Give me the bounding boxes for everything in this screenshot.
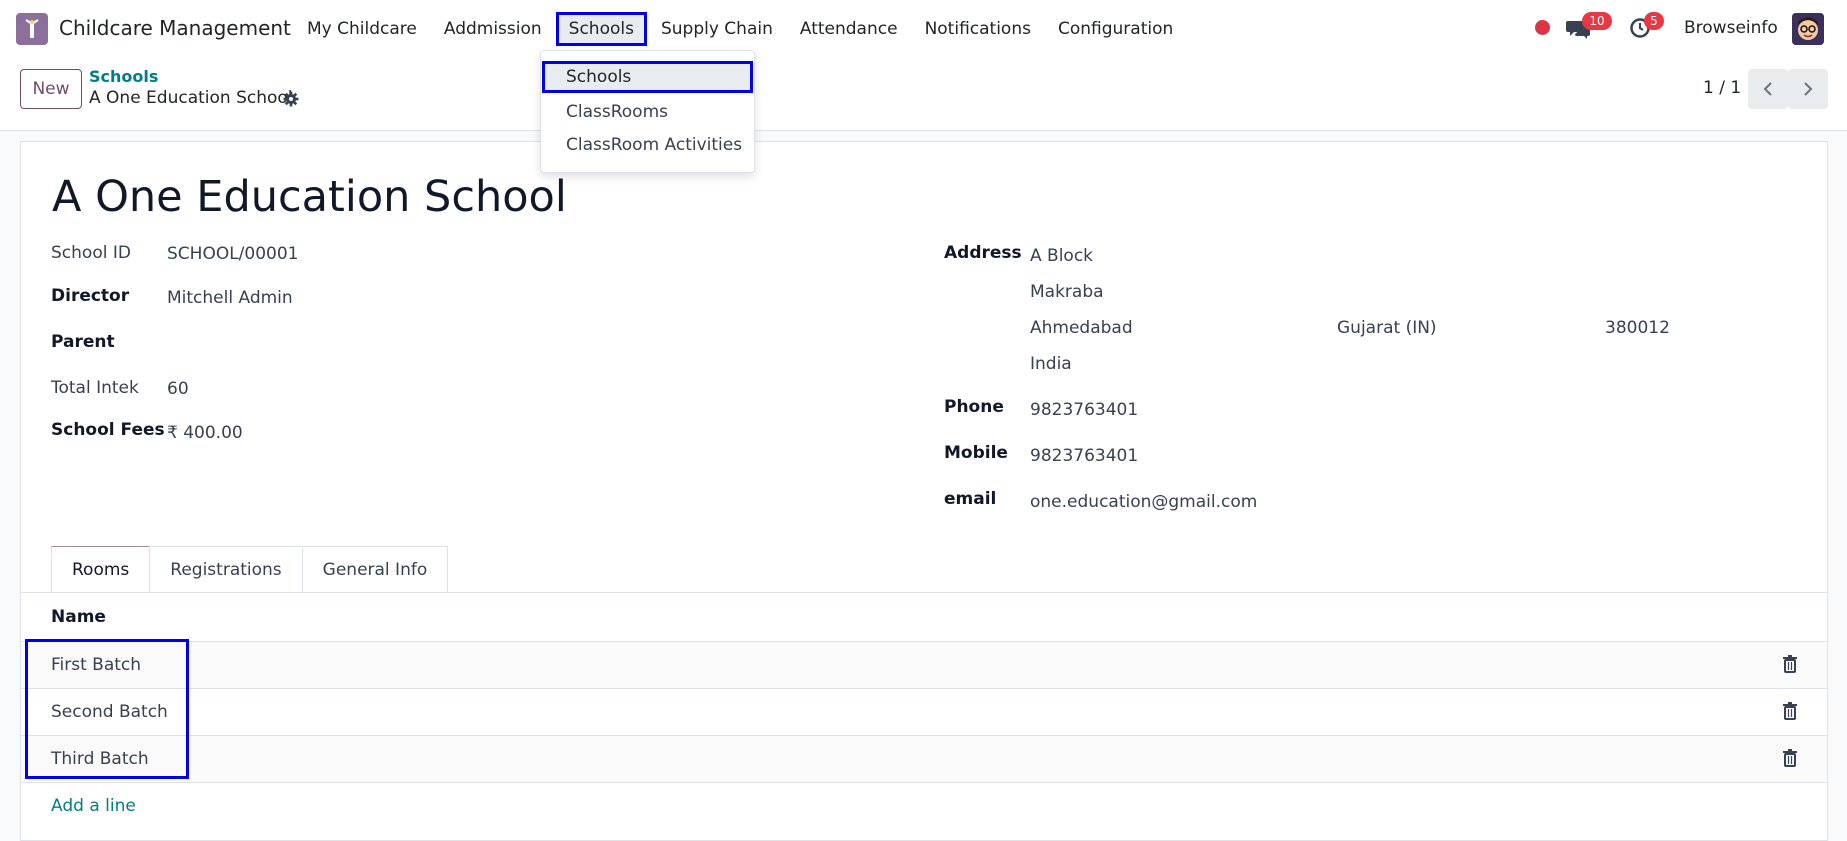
control-panel: New Schools A One Education School 1 / 1 (0, 58, 1847, 131)
column-header-name[interactable]: Name (51, 607, 106, 627)
breadcrumb-schools[interactable]: Schools (89, 67, 158, 86)
chevron-right-icon (1804, 82, 1813, 96)
phone-label: Phone (944, 397, 1004, 417)
menu-notifications[interactable]: Notifications (912, 12, 1044, 46)
avatar[interactable] (1792, 13, 1824, 45)
user-name[interactable]: Browseinfo (1684, 18, 1778, 38)
school-id-value: SCHOOL/00001 (167, 244, 299, 264)
pager-value[interactable]: 1 / 1 (1703, 78, 1741, 98)
tab-general-info[interactable]: General Info (301, 546, 449, 593)
city-field[interactable]: Ahmedabad (1030, 318, 1133, 338)
director-label: Director (51, 286, 130, 306)
form-sheet: A One Education School School ID SCHOOL/… (20, 141, 1828, 841)
email-field[interactable]: one.education@gmail.com (1030, 492, 1257, 512)
tab-registrations[interactable]: Registrations (149, 546, 303, 593)
school-id-label: School ID (51, 243, 131, 263)
mobile-label: Mobile (944, 443, 1008, 463)
street2-field[interactable]: Makraba (1030, 282, 1104, 302)
address-label: Address (944, 243, 1022, 263)
pager-previous-button[interactable] (1748, 69, 1788, 109)
director-field[interactable]: Mitchell Admin (167, 288, 293, 308)
school-fees-label: School Fees (51, 420, 165, 440)
rows-highlight-box (25, 639, 189, 779)
table-row[interactable]: Second Batch (21, 688, 1827, 735)
schools-dropdown-menu: Schools ClassRooms ClassRoom Activities (540, 50, 755, 173)
tabs-divider (21, 592, 1827, 593)
menu-configuration[interactable]: Configuration (1045, 12, 1186, 46)
parent-field[interactable] (167, 332, 417, 354)
dropdown-item-classroom-activities[interactable]: ClassRoom Activities (542, 129, 753, 161)
app-logo-icon[interactable] (16, 13, 48, 45)
total-intek-field[interactable]: 60 (167, 379, 189, 399)
add-line-link[interactable]: Add a line (51, 796, 136, 816)
chevron-left-icon (1763, 82, 1772, 96)
notebook-tabs: Rooms Registrations General Info (51, 546, 449, 593)
table-row[interactable]: Third Batch (21, 735, 1827, 782)
total-intek-label: Total Intek (51, 378, 139, 398)
zip-field[interactable]: 380012 (1605, 318, 1670, 338)
messages-count-badge: 10 (1582, 12, 1612, 30)
table-row-add (21, 782, 1827, 829)
trash-icon[interactable] (1782, 655, 1798, 673)
new-button[interactable]: New (20, 69, 82, 109)
menu-schools[interactable]: Schools (555, 12, 647, 46)
email-label: email (944, 489, 997, 509)
gear-icon[interactable] (283, 91, 299, 107)
mobile-field[interactable]: 9823763401 (1030, 446, 1138, 466)
pager-next-button[interactable] (1788, 69, 1828, 109)
table-row[interactable]: First Batch (21, 641, 1827, 688)
parent-label: Parent (51, 332, 115, 352)
app-name[interactable]: Childcare Management (59, 16, 291, 40)
trash-icon[interactable] (1782, 749, 1798, 767)
phone-field[interactable]: 9823763401 (1030, 400, 1138, 420)
activities-count-badge: 5 (1644, 12, 1664, 30)
menu-addmission[interactable]: Addmission (431, 12, 555, 46)
street-field[interactable]: A Block (1030, 246, 1093, 266)
dropdown-item-schools[interactable]: Schools (542, 61, 753, 93)
record-title[interactable]: A One Education School (52, 172, 567, 222)
school-fees-field[interactable]: ₹ 400.00 (167, 423, 243, 443)
tab-rooms[interactable]: Rooms (51, 546, 151, 593)
country-field[interactable]: India (1030, 354, 1072, 374)
menu-my-childcare[interactable]: My Childcare (294, 12, 430, 46)
top-navbar: Childcare Management My Childcare Addmis… (0, 0, 1847, 58)
state-field[interactable]: Gujarat (IN) (1337, 318, 1437, 338)
breadcrumb-current-record: A One Education School (89, 88, 293, 108)
dropdown-item-classrooms[interactable]: ClassRooms (542, 96, 753, 128)
status-dot-icon[interactable] (1535, 20, 1550, 35)
menu-attendance[interactable]: Attendance (787, 12, 911, 46)
trash-icon[interactable] (1782, 702, 1798, 720)
menu-supply-chain[interactable]: Supply Chain (648, 12, 786, 46)
